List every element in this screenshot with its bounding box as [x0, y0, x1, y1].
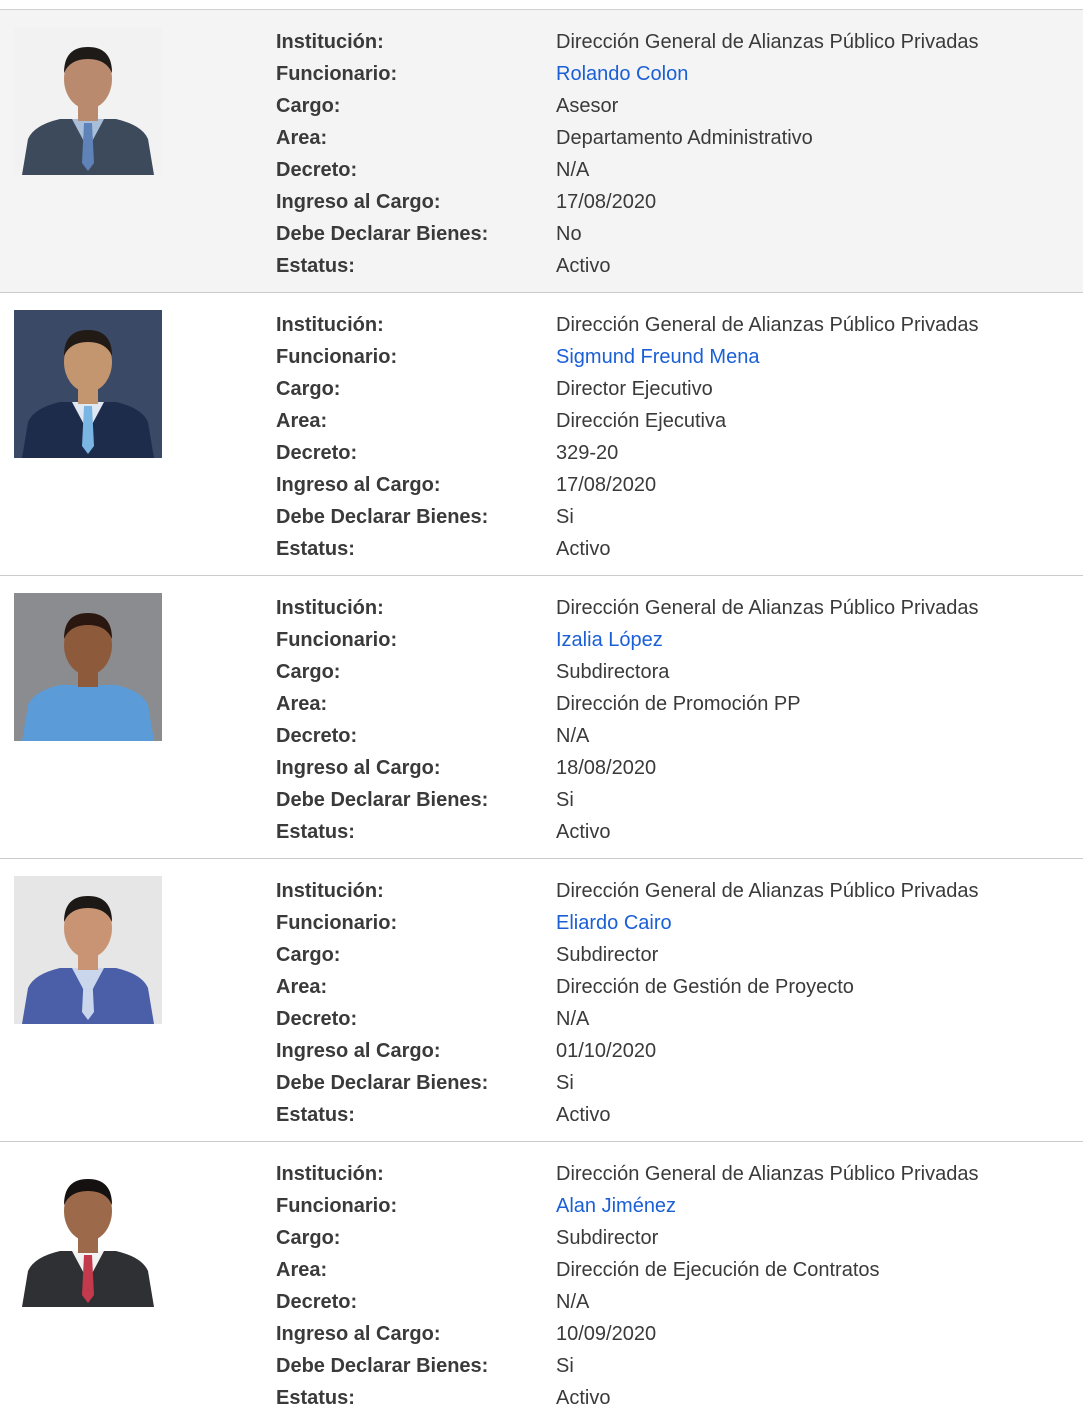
field-label-area: Area: [276, 127, 328, 149]
field-label-estatus: Estatus: [276, 1387, 355, 1409]
field-label-area: Area: [276, 976, 328, 998]
field-value-ingreso: 17/08/2020 [556, 191, 657, 213]
official-photo [14, 27, 162, 175]
field-label-area: Area: [276, 1259, 328, 1281]
field-label-decreto: Decreto: [276, 442, 358, 464]
field-label-declarar: Debe Declarar Bienes: [276, 1072, 489, 1094]
field-value-institucion: Dirección General de Alianzas Público Pr… [556, 1163, 979, 1185]
field-label-funcionario: Funcionario: [276, 63, 398, 85]
field-value-ingreso: 17/08/2020 [556, 474, 657, 496]
field-value-ingreso: 01/10/2020 [556, 1040, 657, 1062]
field-value-estatus: Activo [556, 1104, 611, 1126]
field-label-estatus: Estatus: [276, 1104, 355, 1126]
field-label-institucion: Institución: [276, 314, 384, 336]
official-photo [14, 593, 162, 741]
field-value-institucion: Dirección General de Alianzas Público Pr… [556, 597, 979, 619]
field-value-ingreso: 18/08/2020 [556, 757, 657, 779]
field-label-ingreso: Ingreso al Cargo: [276, 191, 441, 213]
field-value-decreto: 329-20 [556, 442, 619, 464]
field-value-declarar: No [556, 223, 582, 245]
field-label-institucion: Institución: [276, 1163, 384, 1185]
field-label-cargo: Cargo: [276, 944, 341, 966]
field-value-decreto: N/A [556, 1291, 590, 1313]
field-value-cargo: Asesor [556, 95, 619, 117]
field-value-estatus: Activo [556, 1387, 611, 1409]
official-name-link[interactable]: Sigmund Freund Mena [556, 341, 759, 373]
field-label-institucion: Institución: [276, 880, 384, 902]
field-value-decreto: N/A [556, 1008, 590, 1030]
field-label-ingreso: Ingreso al Cargo: [276, 757, 441, 779]
field-value-decreto: N/A [556, 725, 590, 747]
field-label-decreto: Decreto: [276, 725, 358, 747]
officials-list: Institución: Dirección General de Alianza… [0, 9, 1083, 1420]
field-label-institucion: Institución: [276, 597, 384, 619]
field-value-cargo: Director Ejecutivo [556, 378, 713, 400]
field-label-cargo: Cargo: [276, 95, 341, 117]
field-value-declarar: Si [556, 506, 574, 528]
official-record: Institución: Dirección General de Alianza… [0, 293, 1083, 576]
official-record: Institución: Dirección General de Alianza… [0, 1142, 1083, 1420]
field-label-decreto: Decreto: [276, 1008, 358, 1030]
field-label-institucion: Institución: [276, 31, 384, 53]
field-label-cargo: Cargo: [276, 661, 341, 683]
field-value-area: Dirección de Gestión de Proyecto [556, 976, 854, 998]
field-value-declarar: Si [556, 1355, 574, 1377]
official-photo [14, 876, 162, 1024]
field-value-declarar: Si [556, 1072, 574, 1094]
official-name-link[interactable]: Alan Jiménez [556, 1190, 676, 1222]
field-value-cargo: Subdirector [556, 1227, 659, 1249]
official-name-link[interactable]: Eliardo Cairo [556, 907, 672, 939]
field-value-estatus: Activo [556, 255, 611, 277]
field-label-declarar: Debe Declarar Bienes: [276, 789, 489, 811]
field-label-funcionario: Funcionario: [276, 1195, 398, 1217]
field-label-area: Area: [276, 693, 328, 715]
field-value-estatus: Activo [556, 538, 611, 560]
field-label-declarar: Debe Declarar Bienes: [276, 506, 489, 528]
field-label-ingreso: Ingreso al Cargo: [276, 1040, 441, 1062]
official-photo [14, 1159, 162, 1307]
field-value-area: Dirección de Ejecución de Contratos [556, 1259, 880, 1281]
official-photo [14, 310, 162, 458]
official-record: Institución: Dirección General de Alianza… [0, 576, 1083, 859]
field-label-decreto: Decreto: [276, 159, 358, 181]
field-label-ingreso: Ingreso al Cargo: [276, 474, 441, 496]
field-value-institucion: Dirección General de Alianzas Público Pr… [556, 31, 979, 53]
field-label-estatus: Estatus: [276, 538, 355, 560]
field-value-declarar: Si [556, 789, 574, 811]
official-record: Institución: Dirección General de Alianza… [0, 10, 1083, 293]
field-label-cargo: Cargo: [276, 378, 341, 400]
field-label-decreto: Decreto: [276, 1291, 358, 1313]
field-label-funcionario: Funcionario: [276, 912, 398, 934]
field-value-cargo: Subdirectora [556, 661, 670, 683]
field-value-ingreso: 10/09/2020 [556, 1323, 657, 1345]
field-label-declarar: Debe Declarar Bienes: [276, 1355, 489, 1377]
field-label-cargo: Cargo: [276, 1227, 341, 1249]
field-label-area: Area: [276, 410, 328, 432]
field-label-declarar: Debe Declarar Bienes: [276, 223, 489, 245]
field-label-estatus: Estatus: [276, 255, 355, 277]
field-value-cargo: Subdirector [556, 944, 659, 966]
official-name-link[interactable]: Izalia López [556, 624, 663, 656]
official-record: Institución: Dirección General de Alianza… [0, 859, 1083, 1142]
official-name-link[interactable]: Rolando Colon [556, 58, 688, 90]
field-label-ingreso: Ingreso al Cargo: [276, 1323, 441, 1345]
field-value-estatus: Activo [556, 821, 611, 843]
field-value-institucion: Dirección General de Alianzas Público Pr… [556, 314, 979, 336]
field-value-area: Dirección Ejecutiva [556, 410, 727, 432]
field-value-area: Dirección de Promoción PP [556, 693, 801, 715]
field-label-estatus: Estatus: [276, 821, 355, 843]
field-label-funcionario: Funcionario: [276, 346, 398, 368]
field-value-area: Departamento Administrativo [556, 127, 813, 149]
field-label-funcionario: Funcionario: [276, 629, 398, 651]
field-value-institucion: Dirección General de Alianzas Público Pr… [556, 880, 979, 902]
field-value-decreto: N/A [556, 159, 590, 181]
